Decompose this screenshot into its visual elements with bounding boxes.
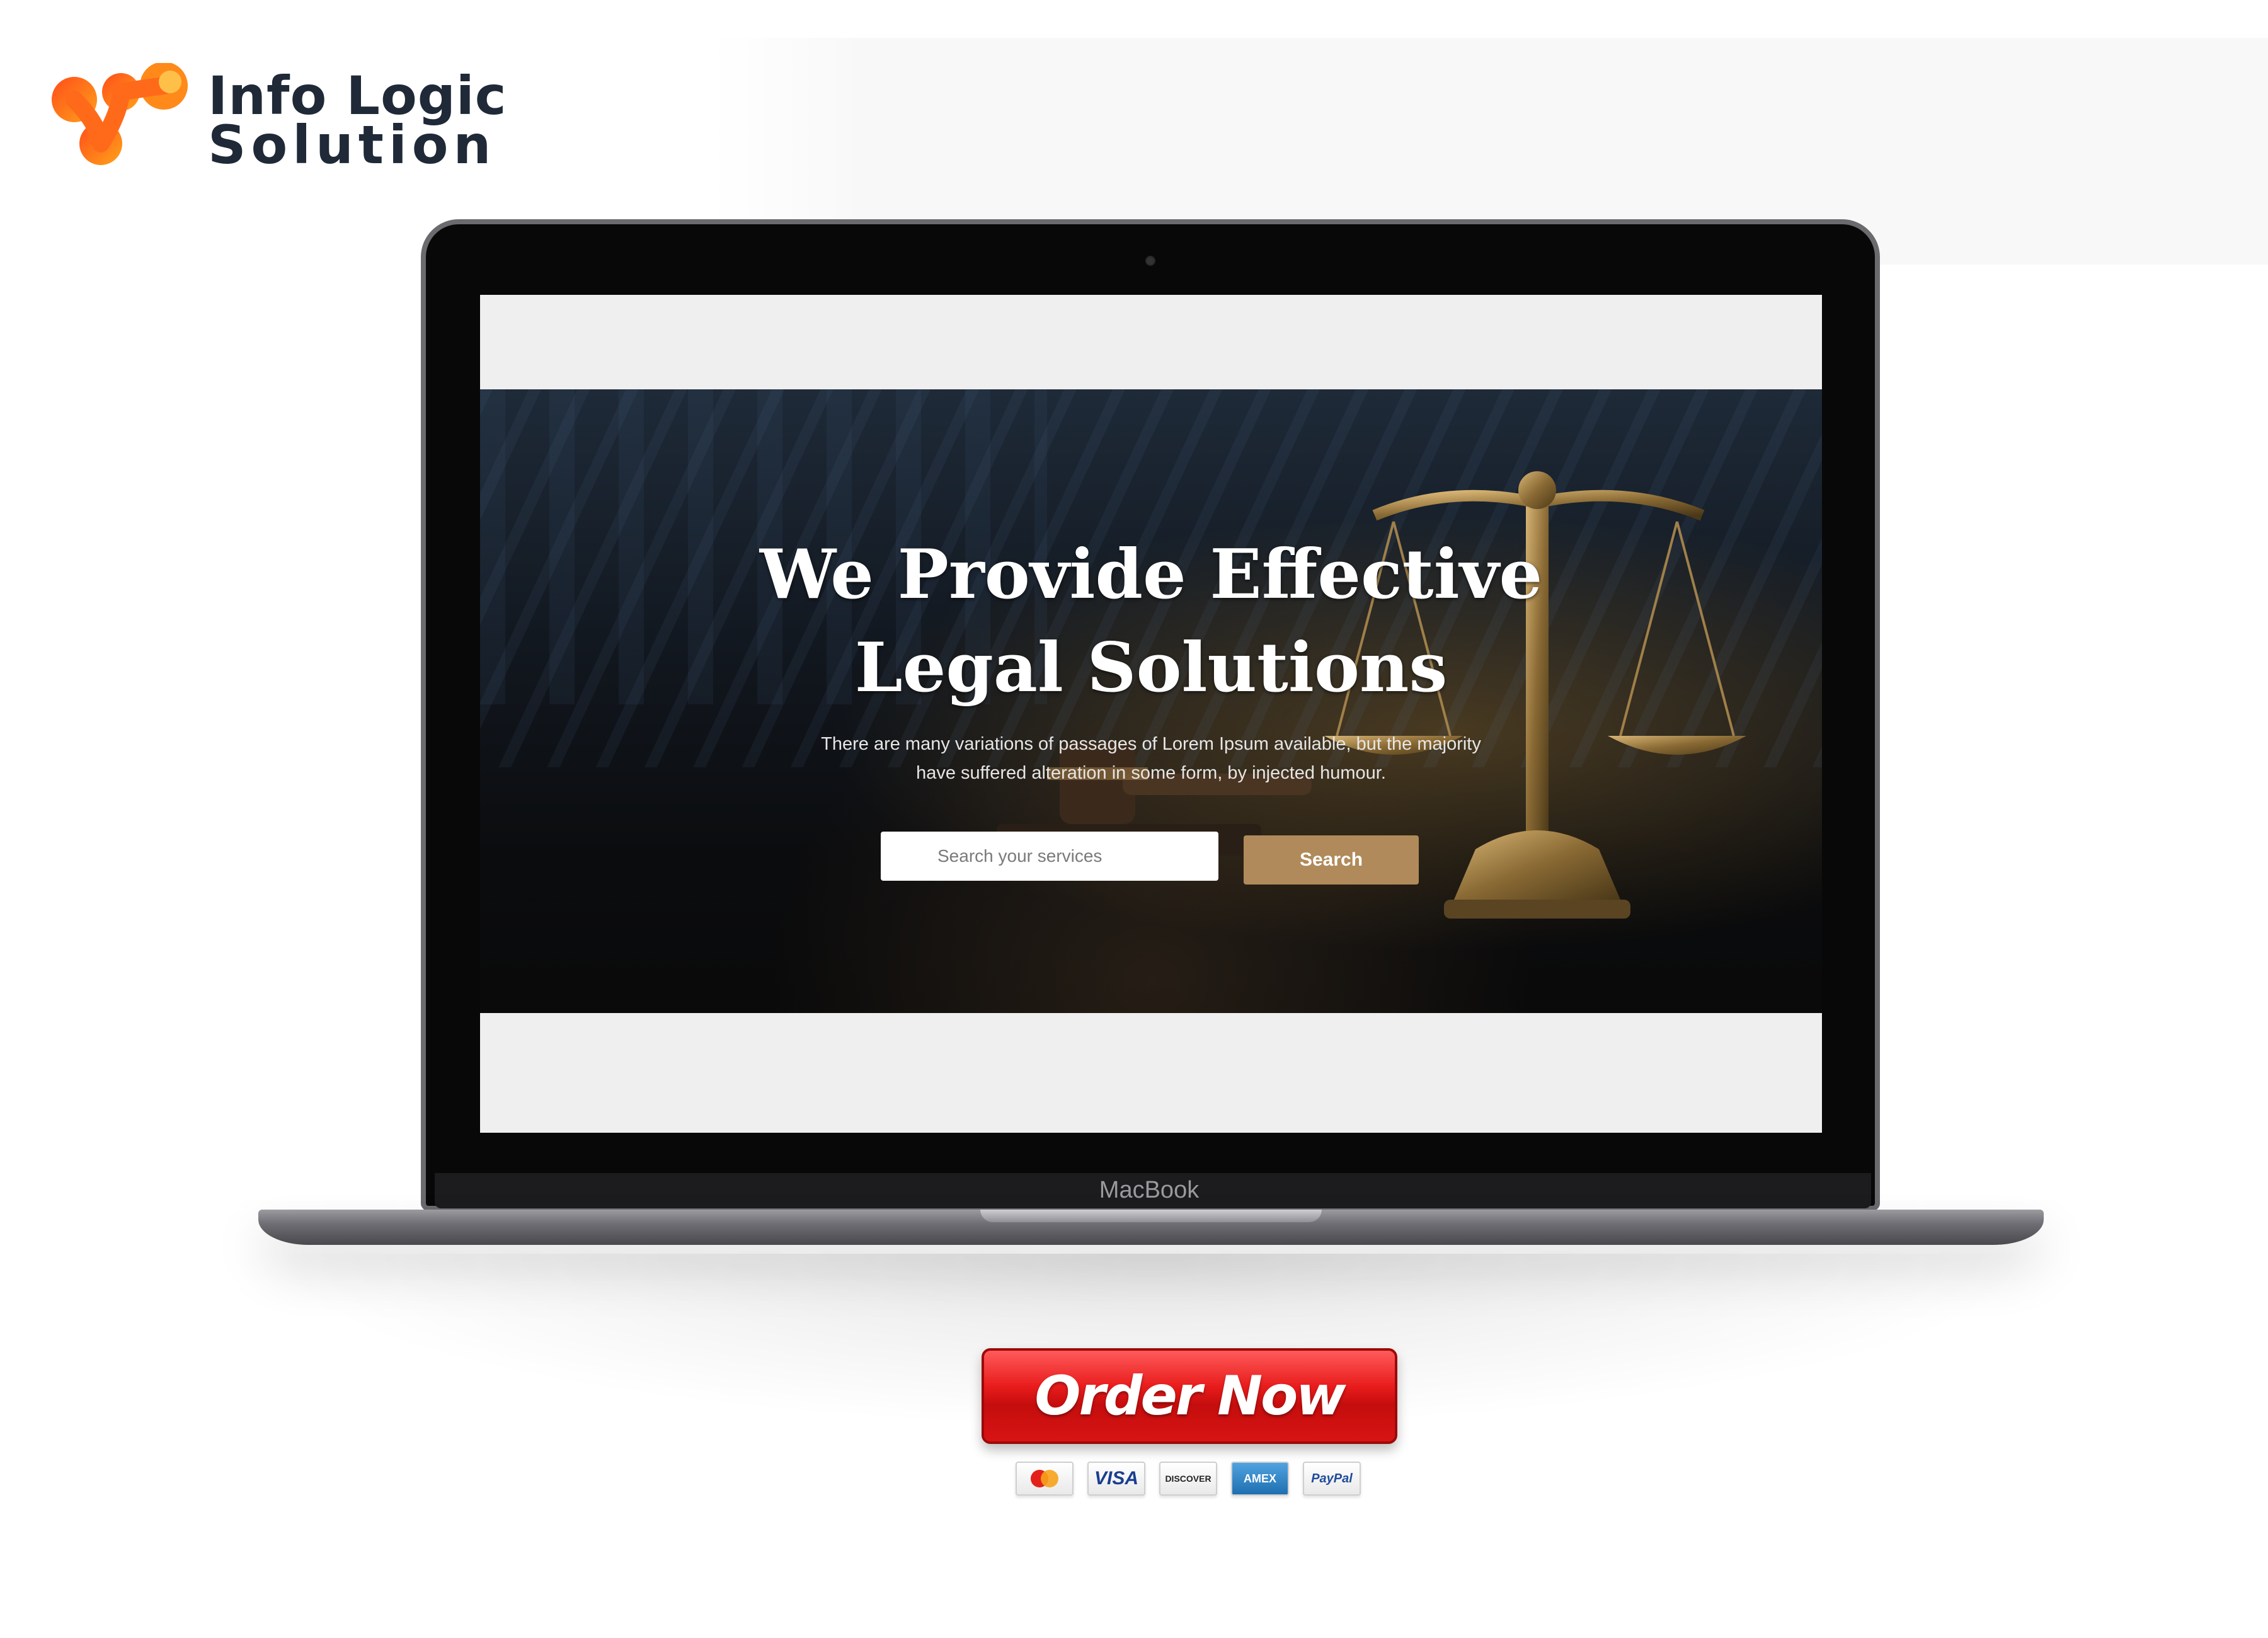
- amex-icon: AMEX: [1231, 1462, 1289, 1496]
- product-showcase-page: Info Logic Solution We Provide Effective…: [0, 0, 2268, 1638]
- brand-name-line2: Solution: [208, 114, 496, 176]
- laptop-opening-notch: [980, 1210, 1322, 1222]
- hero-title: We Provide Effective Legal Solutions: [480, 528, 1822, 714]
- laptop-screen: We Provide Effective Legal Solutions The…: [480, 295, 1822, 1133]
- discover-icon: DISCOVER: [1159, 1462, 1217, 1496]
- search-input[interactable]: [881, 832, 1218, 881]
- camera-icon: [1145, 256, 1155, 266]
- hero-title-line1: We Provide Effective: [759, 535, 1543, 614]
- search-button[interactable]: Search: [1244, 835, 1419, 885]
- hero-subtitle-line2: have suffered alteration in some form, b…: [916, 763, 1386, 783]
- macbook-label: MacBook: [1099, 1177, 1200, 1203]
- mastercard-icon: [1016, 1462, 1074, 1496]
- order-now-button[interactable]: Order Now: [982, 1348, 1397, 1444]
- brand-logo[interactable]: Info Logic Solution: [50, 63, 529, 183]
- payment-methods: VISA DISCOVER AMEX PayPal: [1016, 1462, 1368, 1499]
- brand-logo-icon: [52, 63, 188, 165]
- paypal-icon: PayPal: [1303, 1462, 1361, 1496]
- visa-icon: VISA: [1087, 1462, 1145, 1496]
- hero-subtitle: There are many variations of passages of…: [480, 730, 1822, 788]
- hero-title-line2: Legal Solutions: [854, 628, 1448, 707]
- hero-section: We Provide Effective Legal Solutions The…: [480, 389, 1822, 1013]
- hero-subtitle-line1: There are many variations of passages of…: [821, 734, 1481, 754]
